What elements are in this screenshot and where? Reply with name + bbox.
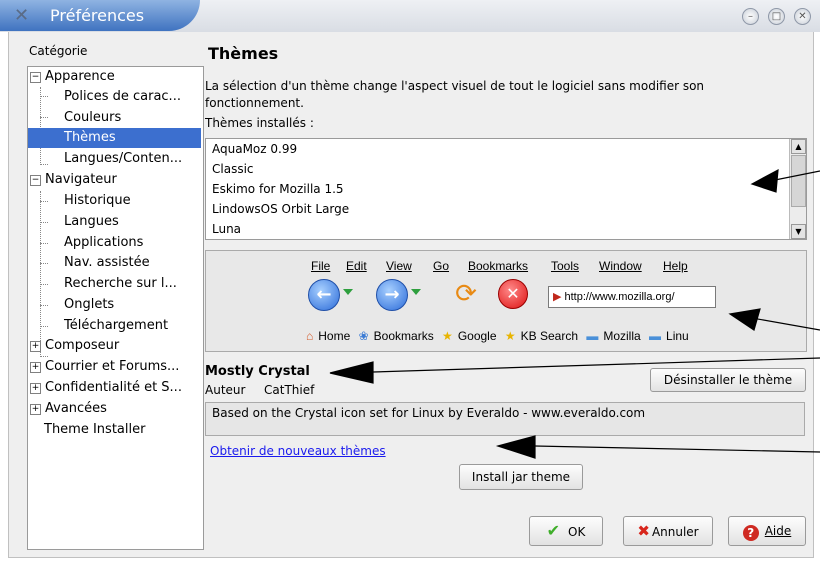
star-icon: ★ <box>504 329 516 343</box>
tree-item-langues-contenu[interactable]: Langues/Conten... <box>50 149 203 169</box>
list-item[interactable]: Eskimo for Mozilla 1.5 <box>212 179 344 199</box>
theme-description-text: La sélection d'un thème change l'aspect … <box>205 79 705 110</box>
preview-menu-bookmarks: Bookmarks <box>468 259 529 273</box>
expand-icon[interactable]: + <box>30 404 41 415</box>
expand-icon[interactable]: + <box>30 383 41 394</box>
tree-item-onglets[interactable]: Onglets <box>50 295 203 315</box>
folder-icon: ▬ <box>649 329 662 343</box>
theme-preview: File Edit View Go Bookmarks Tools Window… <box>205 250 807 352</box>
reload-icon: ⟳ <box>455 279 477 309</box>
help-button[interactable]: ? Aide <box>728 516 806 546</box>
scroll-down-icon[interactable]: ▼ <box>791 224 806 239</box>
themes-list[interactable]: AquaMoz 0.99 Classic Eskimo for Mozilla … <box>205 138 807 240</box>
list-item[interactable]: AquaMoz 0.99 <box>212 139 297 159</box>
bookmarks-icon: ❀ <box>358 329 369 343</box>
tree-item-avancees[interactable]: + Avancées <box>30 399 201 419</box>
title-tab: ✕ Préférences <box>0 0 200 31</box>
tree-item-couleurs[interactable]: Couleurs <box>50 108 203 128</box>
author-label: Auteur <box>205 383 246 397</box>
install-jar-theme-button[interactable]: Install jar theme <box>459 464 583 490</box>
maximize-icon[interactable]: □ <box>768 8 785 25</box>
window-title: Préférences <box>50 6 145 25</box>
preview-url-bar: ▶ http://www.mozilla.org/ <box>548 286 716 308</box>
collapse-icon[interactable]: − <box>30 175 41 186</box>
list-item[interactable]: Luna <box>212 219 241 239</box>
expand-icon[interactable]: + <box>30 341 41 352</box>
minimize-icon[interactable]: – <box>742 8 759 25</box>
tree-line <box>40 326 48 327</box>
preview-menu-go: Go <box>433 259 450 273</box>
list-item[interactable]: LindowsOS Orbit Large <box>212 199 349 219</box>
home-icon: ⌂ <box>306 329 314 343</box>
ok-button[interactable]: ✔ OK <box>529 516 603 546</box>
tree-line <box>40 96 48 97</box>
star-icon: ★ <box>442 329 453 343</box>
tree-line <box>40 164 48 165</box>
uninstall-theme-button[interactable]: Désinstaller le thème <box>650 368 806 392</box>
close-icon[interactable]: ✕ <box>794 8 811 25</box>
scroll-up-icon[interactable]: ▲ <box>791 139 806 154</box>
tree-item-applications[interactable]: Applications <box>50 233 203 253</box>
themes-scrollbar[interactable]: ▲ ▼ <box>789 139 806 239</box>
mozilla-icon: ▶ <box>553 291 562 303</box>
author-value: CatThief <box>264 383 315 397</box>
theme-details-box: Based on the Crystal icon set for Linux … <box>205 402 805 436</box>
preview-bookmarks-bar: ⌂ Home ❀ Bookmarks ★ Google ★ KB Search ▬ Moz… <box>306 329 689 343</box>
preview-menu-help: Help <box>663 259 688 273</box>
preview-menu-window: Window <box>599 259 642 273</box>
tree-item-telechargement[interactable]: Téléchargement <box>50 316 203 336</box>
page-title: Thèmes <box>208 44 279 63</box>
tree-item-apparence[interactable]: − Apparence <box>30 67 201 87</box>
tree-line <box>40 87 41 165</box>
collapse-icon[interactable]: − <box>30 72 41 83</box>
tree-item-confidentialite[interactable]: + Confidentialité et S... <box>30 378 201 398</box>
get-more-themes-link[interactable]: Obtenir de nouveaux thèmes <box>210 444 386 458</box>
tree-line <box>40 263 48 264</box>
preview-menu-file: File <box>311 259 331 273</box>
cancel-button[interactable]: ✖ Annuler <box>623 516 713 546</box>
tree-line <box>40 117 48 118</box>
list-item[interactable]: Classic <box>212 159 254 179</box>
tree-line <box>40 222 48 223</box>
tree-item-courrier[interactable]: + Courrier et Forums... <box>30 357 201 377</box>
help-icon: ? <box>742 525 759 541</box>
tree-item-langues[interactable]: Langues <box>50 212 203 232</box>
forward-icon: → <box>376 279 408 311</box>
preview-menu-edit: Edit <box>346 259 367 273</box>
scroll-thumb[interactable] <box>791 155 806 207</box>
tree-item-recherche[interactable]: Recherche sur l... <box>50 274 203 294</box>
x-logo-icon: ✕ <box>14 5 30 26</box>
preview-menu-tools: Tools <box>551 259 580 273</box>
tree-line <box>40 243 48 244</box>
tree-item-composeur[interactable]: + Composeur <box>30 336 201 356</box>
tree-item-nav-assistee[interactable]: Nav. assistée <box>50 253 203 273</box>
tree-item-themes[interactable]: Thèmes <box>28 128 201 148</box>
folder-icon: ▬ <box>586 329 599 343</box>
tree-item-theme-installer[interactable]: Theme Installer <box>44 420 201 440</box>
cancel-icon: ✖ <box>637 522 650 540</box>
dropdown-arrow-icon <box>411 289 421 295</box>
tree-line <box>40 284 48 285</box>
title-bar: ✕ Préférences – □ ✕ <box>0 0 820 32</box>
installed-themes-label: Thèmes installés : <box>205 116 314 130</box>
checkmark-icon: ✔ <box>546 521 561 540</box>
back-icon: ← <box>308 279 340 311</box>
tree-item-navigateur[interactable]: − Navigateur <box>30 170 201 190</box>
category-label: Catégorie <box>29 44 88 58</box>
tree-line <box>40 191 41 357</box>
expand-icon[interactable]: + <box>30 362 41 373</box>
stop-icon: ✕ <box>498 279 528 309</box>
preview-menu-view: View <box>386 259 412 273</box>
tree-item-historique[interactable]: Historique <box>50 191 203 211</box>
tree-line <box>40 201 48 202</box>
dropdown-arrow-icon <box>343 289 353 295</box>
selected-theme-name: Mostly Crystal <box>205 364 310 379</box>
tree-line <box>40 305 48 306</box>
category-tree[interactable]: − Apparence Polices de carac... Couleurs … <box>27 66 204 550</box>
tree-item-polices[interactable]: Polices de carac... <box>50 87 203 107</box>
